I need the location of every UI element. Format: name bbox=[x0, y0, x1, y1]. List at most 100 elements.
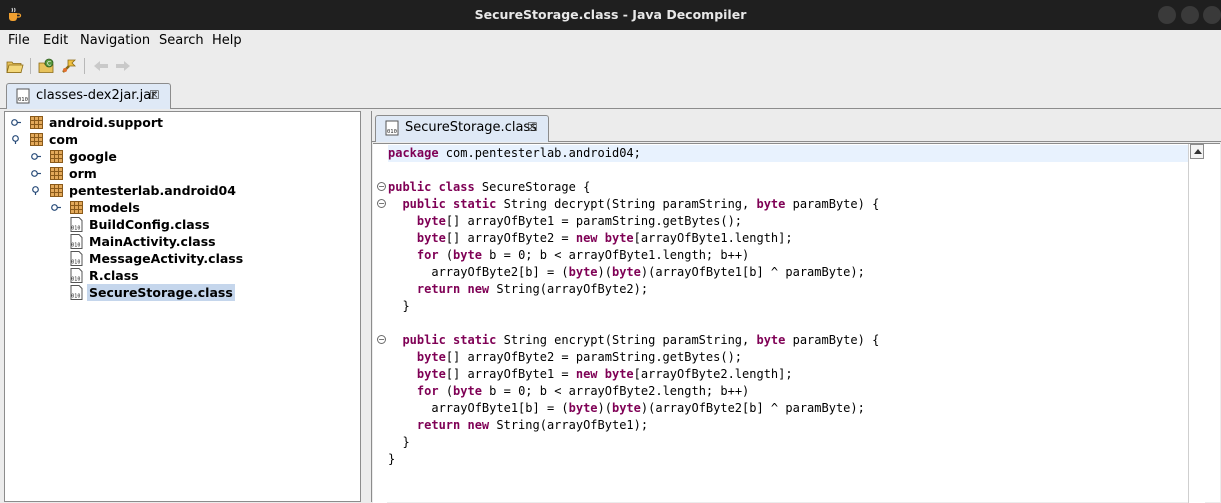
class-file-icon: 010 bbox=[70, 268, 83, 283]
tab-classes-jar[interactable]: 010 classes-dex2jar.jar ☒ bbox=[6, 83, 171, 109]
tree-collapsed-icon[interactable] bbox=[51, 203, 61, 212]
code-text: String decrypt(String paramString, bbox=[496, 197, 757, 211]
toolbar-separator bbox=[30, 58, 31, 74]
tree-collapsed-icon[interactable] bbox=[31, 169, 41, 178]
tab-securestorage-class[interactable]: 010 SecureStorage.class ☒ bbox=[375, 115, 549, 142]
code-line: byte[] arrayOfByte2 = paramString.getByt… bbox=[388, 349, 742, 366]
close-tab-icon[interactable]: ☒ bbox=[527, 120, 538, 134]
tree-collapsed-icon[interactable] bbox=[31, 152, 41, 161]
tree-item-label: SecureStorage.class bbox=[87, 284, 235, 301]
svg-text:010: 010 bbox=[71, 294, 80, 300]
code-text: paramByte) { bbox=[785, 197, 880, 211]
code-line: public static String decrypt(String para… bbox=[388, 196, 879, 213]
code-text: )(arrayOfByte2[b] ^ paramByte); bbox=[640, 401, 865, 415]
code-keyword: byte bbox=[568, 401, 598, 415]
code-text: [] arrayOfByte1 = paramString.getBytes()… bbox=[445, 214, 743, 228]
open-type-icon[interactable]: C bbox=[38, 57, 56, 75]
menu-edit[interactable]: Edit bbox=[43, 33, 68, 48]
close-button[interactable] bbox=[1203, 6, 1221, 24]
svg-text:010: 010 bbox=[71, 226, 80, 232]
code-text: } bbox=[388, 299, 410, 313]
code-text: [arrayOfByte1.length]; bbox=[633, 231, 793, 245]
code-line: byte[] arrayOfByte1 = new byte[arrayOfBy… bbox=[388, 366, 793, 383]
menu-search[interactable]: Search bbox=[159, 33, 204, 48]
fold-toggle-icon[interactable]: − bbox=[377, 335, 386, 344]
package-icon bbox=[70, 201, 83, 214]
code-line: public class SecureStorage { bbox=[388, 179, 590, 196]
menu-bar: File Edit Navigation Search Help bbox=[0, 30, 1221, 52]
file-tab-strip: 010 classes-dex2jar.jar ☒ bbox=[0, 80, 1221, 109]
code-line: arrayOfByte2[b] = (byte)(byte)(arrayOfBy… bbox=[388, 264, 865, 281]
package-icon bbox=[30, 116, 43, 129]
code-keyword: byte bbox=[756, 197, 786, 211]
editor-tab-strip: 010 SecureStorage.class ☒ bbox=[372, 111, 1221, 142]
code-editor[interactable]: − − − package com.pentesterlab.android04… bbox=[373, 143, 1220, 503]
code-keyword: public static bbox=[402, 197, 497, 211]
code-text: arrayOfByte2[b] = ( bbox=[388, 265, 569, 279]
pane-splitter[interactable] bbox=[361, 111, 371, 502]
class-file-icon: 010 bbox=[385, 120, 399, 136]
title-bar: SecureStorage.class - Java Decompiler bbox=[0, 0, 1221, 30]
code-keyword: byte bbox=[568, 265, 598, 279]
tree-collapsed-icon[interactable] bbox=[11, 118, 21, 127]
code-keyword: package bbox=[388, 146, 439, 160]
tree-expanded-icon[interactable] bbox=[11, 135, 21, 144]
minimize-button[interactable] bbox=[1158, 6, 1176, 24]
tree-item-label: MainActivity.class bbox=[89, 234, 216, 249]
tree-item-label: google bbox=[69, 149, 117, 164]
code-text: ( bbox=[438, 384, 454, 398]
back-arrow-icon[interactable] bbox=[92, 57, 110, 75]
code-text: b = 0; b < arrayOfByte2.length; b++) bbox=[481, 384, 750, 398]
code-line: package com.pentesterlab.android04; bbox=[388, 145, 1189, 162]
code-line: byte[] arrayOfByte2 = new byte[arrayOfBy… bbox=[388, 230, 793, 247]
code-text: com.pentesterlab.android04; bbox=[438, 146, 641, 160]
menu-file[interactable]: File bbox=[8, 33, 30, 48]
code-line: arrayOfByte1[b] = (byte)(byte)(arrayOfBy… bbox=[388, 400, 865, 417]
code-text: [] arrayOfByte1 = bbox=[445, 367, 576, 381]
code-line: } bbox=[388, 434, 409, 451]
editor-area: 010 SecureStorage.class ☒ − − − package … bbox=[371, 111, 1221, 503]
code-text: SecureStorage { bbox=[474, 180, 591, 194]
package-icon bbox=[50, 167, 63, 180]
maximize-button[interactable] bbox=[1181, 6, 1199, 24]
package-tree[interactable]: android.support com google orm pentesterlab.… bbox=[4, 111, 361, 502]
forward-arrow-icon[interactable] bbox=[114, 57, 132, 75]
code-text: )(arrayOfByte1[b] ^ paramByte); bbox=[640, 265, 865, 279]
code-text: [] arrayOfByte2 = paramString.getBytes()… bbox=[445, 350, 743, 364]
svg-text:C: C bbox=[47, 61, 51, 68]
package-icon bbox=[30, 133, 43, 146]
tree-item-label: com bbox=[49, 132, 79, 147]
class-file-icon: 010 bbox=[70, 217, 83, 232]
code-text: [arrayOfByte2.length]; bbox=[633, 367, 793, 381]
fold-toggle-icon[interactable]: − bbox=[377, 182, 386, 191]
code-keyword: return new bbox=[416, 282, 490, 296]
menu-help[interactable]: Help bbox=[212, 33, 242, 48]
toolbar: C bbox=[0, 52, 1221, 80]
code-keyword: byte bbox=[416, 214, 446, 228]
open-file-icon[interactable] bbox=[6, 57, 24, 75]
svg-text:010: 010 bbox=[387, 129, 397, 135]
fold-toggle-icon[interactable]: − bbox=[377, 199, 386, 208]
tree-expanded-icon[interactable] bbox=[31, 186, 41, 195]
code-keyword: new byte bbox=[575, 231, 634, 245]
code-keyword: byte bbox=[611, 401, 641, 415]
code-text: String(arrayOfByte1); bbox=[489, 418, 649, 432]
code-line: for (byte b = 0; b < arrayOfByte2.length… bbox=[388, 383, 749, 400]
vertical-scrollbar[interactable] bbox=[1188, 144, 1205, 503]
search-icon[interactable] bbox=[60, 57, 78, 75]
close-tab-icon[interactable]: ☒ bbox=[149, 88, 160, 102]
tree-item-label: R.class bbox=[89, 268, 139, 283]
svg-text:010: 010 bbox=[18, 97, 28, 103]
scroll-up-icon[interactable] bbox=[1190, 144, 1204, 159]
code-keyword: byte bbox=[416, 367, 446, 381]
toolbar-separator bbox=[84, 58, 85, 74]
svg-text:010: 010 bbox=[71, 243, 80, 249]
code-line: byte[] arrayOfByte1 = paramString.getByt… bbox=[388, 213, 742, 230]
menu-navigation[interactable]: Navigation bbox=[80, 33, 150, 48]
